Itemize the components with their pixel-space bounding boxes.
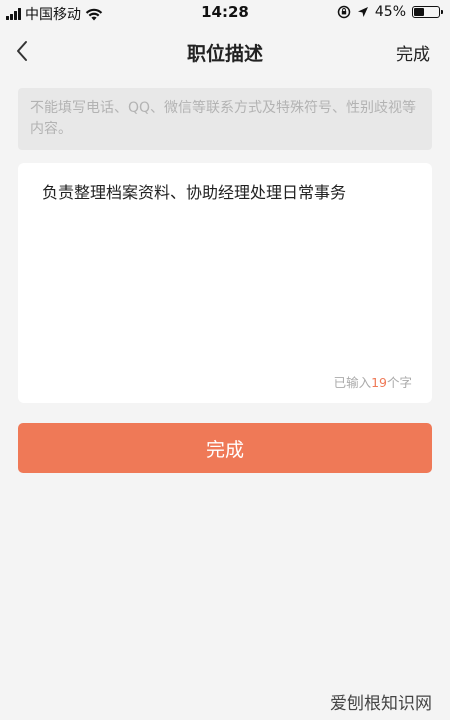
counter-suffix: 个字: [386, 375, 412, 390]
status-bar: 中国移动 14:28 45%: [0, 0, 450, 24]
watermark-text: 爱刨根知识网: [330, 694, 432, 714]
input-rules-notice: 不能填写电话、QQ、微信等联系方式及特殊符号、性别歧视等内容。: [18, 88, 432, 150]
page-title: 职位描述: [186, 43, 263, 65]
battery-icon: [412, 6, 443, 18]
navigation-bar: 职位描述 完成: [0, 24, 450, 80]
char-counter: 已输入19个字: [334, 372, 412, 391]
nav-done-button[interactable]: 完成: [396, 40, 430, 65]
counter-count: 19: [371, 375, 387, 390]
rotation-lock-icon: [337, 5, 351, 19]
location-icon: [357, 7, 368, 17]
counter-prefix: 已输入: [333, 375, 372, 390]
submit-button[interactable]: 完成: [18, 423, 432, 473]
battery-percent: 45%: [374, 4, 406, 20]
description-textarea[interactable]: 负责整理档案资料、协助经理处理日常事务 已输入19个字: [18, 163, 432, 403]
description-text[interactable]: 负责整理档案资料、协助经理处理日常事务: [42, 181, 412, 205]
status-right: 45%: [337, 4, 443, 20]
